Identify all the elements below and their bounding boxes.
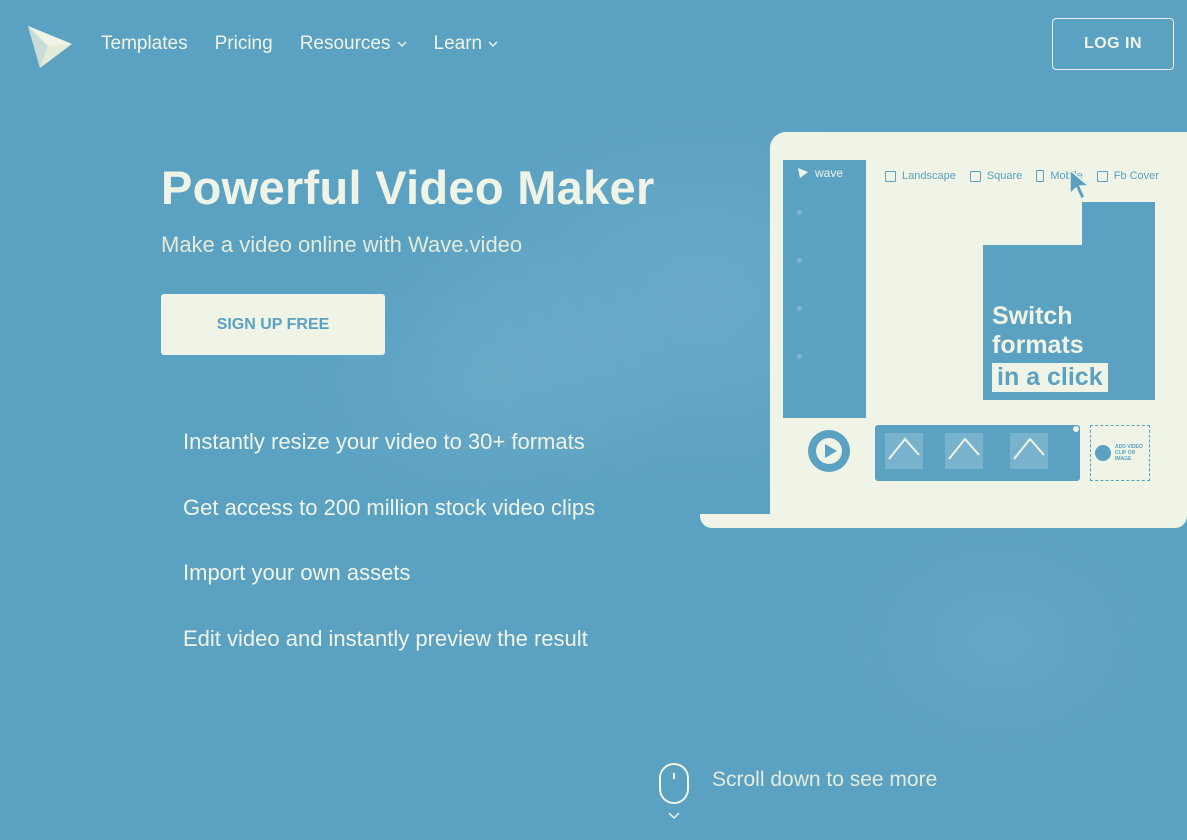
square-icon — [969, 170, 981, 182]
nav-resources[interactable]: Resources — [300, 33, 407, 55]
hero-title: Powerful Video Maker — [161, 161, 655, 214]
laptop-base — [700, 514, 1187, 528]
login-button[interactable]: LOG IN — [1052, 18, 1174, 70]
timeline-clips — [885, 426, 1079, 469]
mobile-icon — [1036, 170, 1045, 182]
format-label: Fb Cover — [1113, 170, 1159, 182]
feature-item: Import your own assets — [183, 560, 411, 585]
sidebar-dot — [797, 354, 802, 359]
nav-pricing-label: Pricing — [214, 33, 273, 54]
feature-list: Instantly resize your video to 30+ forma… — [183, 425, 595, 687]
wave-logo-icon — [798, 168, 808, 178]
mouse-wheel — [673, 773, 675, 779]
hero-subtitle: Make a video online with Wave.video — [161, 232, 523, 257]
mouse-pointer-icon — [1069, 168, 1092, 201]
sidebar-dot — [797, 210, 802, 215]
nav-templates-label: Templates — [101, 33, 188, 54]
feature-item: Get access to 200 million stock video cl… — [183, 494, 596, 520]
nav-learn-label: Learn — [433, 33, 483, 54]
main-nav: Templates Pricing Resources Learn — [101, 33, 498, 55]
sidebar-dot — [797, 306, 802, 311]
play-icon — [816, 438, 842, 464]
preview-caption-line: Switch — [992, 302, 1073, 330]
preview-caption-highlight: in a click — [992, 363, 1108, 392]
add-clip-label: ADD VIDEO CLIP OR IMAGE — [1115, 444, 1143, 462]
nav-pricing[interactable]: Pricing — [215, 33, 273, 55]
add-icon — [1095, 445, 1111, 461]
chevron-down-icon — [488, 41, 498, 47]
landscape-icon — [885, 170, 896, 182]
format-label: Landscape — [902, 170, 956, 182]
app-logo: wave — [797, 166, 843, 180]
mouse-scroll-icon[interactable] — [659, 763, 689, 804]
scroll-hint-text: Scroll down to see more — [712, 768, 938, 791]
feature-item: Edit video and instantly preview the res… — [183, 625, 588, 651]
video-timeline[interactable] — [875, 425, 1080, 481]
format-fb-cover[interactable]: Fb Cover — [1096, 170, 1159, 182]
wave-logo-icon[interactable] — [26, 24, 74, 70]
fb-cover-icon — [1096, 170, 1108, 182]
signup-button[interactable]: SIGN UP FREE — [161, 294, 385, 355]
chevron-down-icon — [668, 812, 680, 820]
app-sidebar — [783, 160, 866, 418]
sidebar-dot — [797, 258, 802, 263]
app-name: wave — [815, 166, 844, 180]
nav-resources-label: Resources — [299, 33, 391, 54]
add-clip-button[interactable]: ADD VIDEO CLIP OR IMAGE — [1090, 425, 1150, 481]
format-landscape[interactable]: Landscape — [885, 170, 956, 182]
format-options: Landscape Square Mobile Fb Cover — [885, 170, 1159, 182]
format-label: Square — [986, 170, 1023, 182]
preview-caption-line: formats — [992, 331, 1084, 359]
nav-templates[interactable]: Templates — [101, 33, 188, 55]
preview-caption: Switch formats in a click — [992, 302, 1108, 392]
format-square[interactable]: Square — [969, 170, 1023, 182]
feature-item: Instantly resize your video to 30+ forma… — [183, 429, 585, 454]
chevron-down-icon — [397, 41, 407, 47]
nav-learn[interactable]: Learn — [434, 33, 499, 55]
play-button[interactable] — [808, 430, 850, 472]
